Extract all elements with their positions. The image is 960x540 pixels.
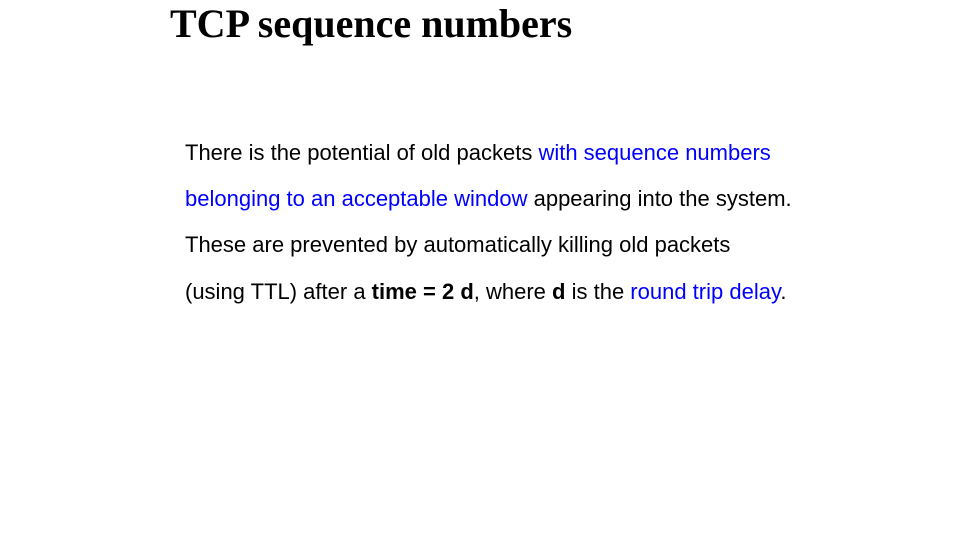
body-bold-time: time = 2 d (372, 279, 474, 304)
slide-title: TCP sequence numbers (170, 0, 572, 47)
body-text-5: . (780, 279, 786, 304)
slide: TCP sequence numbers There is the potent… (0, 0, 960, 540)
body-text-1: There is the potential of old packets (185, 140, 538, 165)
body-text-4: is the (565, 279, 630, 304)
body-bold-d: d (552, 279, 565, 304)
body-text-3: , where (474, 279, 552, 304)
slide-body: There is the potential of old packets wi… (185, 130, 795, 315)
body-highlight-2: round trip delay (630, 279, 780, 304)
